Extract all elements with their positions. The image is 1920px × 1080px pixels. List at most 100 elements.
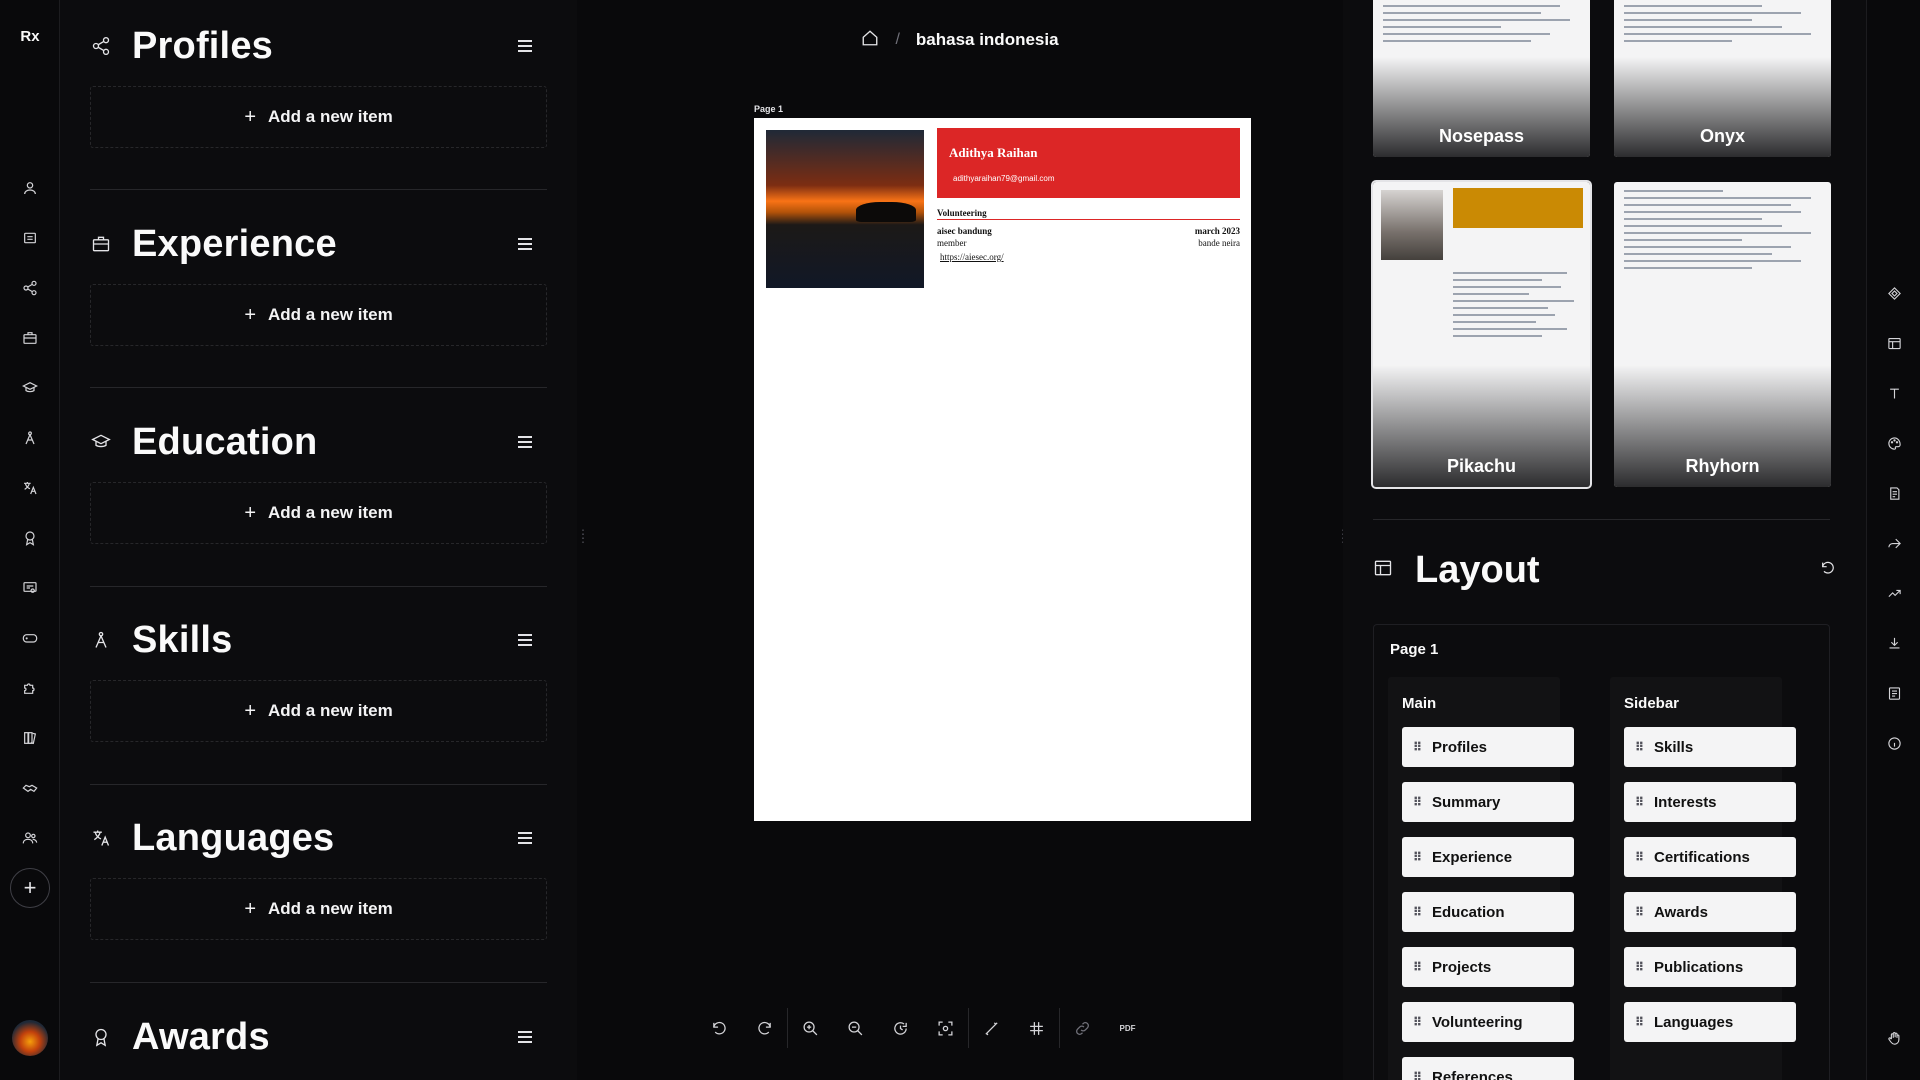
layout-item-label: Certifications xyxy=(1654,848,1750,866)
volunteering-organization: aisec bandung xyxy=(937,226,992,236)
user-avatar[interactable] xyxy=(12,1020,48,1056)
layout-item-label: Volunteering xyxy=(1432,1013,1523,1031)
drag-handle-icon: ⠿ xyxy=(1412,740,1422,754)
add-item-button[interactable]: + Add a new item xyxy=(90,680,547,742)
languages-icon[interactable] xyxy=(20,478,40,498)
customization-panel: Nosepass Onyx Pikachu Rhyhorn Layout Pag… xyxy=(1343,0,1866,1080)
panel-resize-handle-left[interactable]: ⋮ ⋮ xyxy=(577,528,589,544)
layout-item-projects[interactable]: ⠿ Projects xyxy=(1402,947,1574,987)
section-awards: Awards xyxy=(90,1007,547,1067)
add-section-button[interactable]: + xyxy=(10,868,50,908)
handshake-icon[interactable] xyxy=(20,778,40,798)
section-menu-button[interactable] xyxy=(513,34,537,58)
zoom-in-icon[interactable] xyxy=(788,1008,833,1048)
layout-item-label: Summary xyxy=(1432,793,1501,811)
add-item-button[interactable]: + Add a new item xyxy=(90,284,547,346)
plus-icon: + xyxy=(244,699,256,722)
template-card-onyx[interactable]: Onyx xyxy=(1614,0,1831,157)
briefcase-icon[interactable] xyxy=(20,328,40,348)
notes-icon[interactable] xyxy=(1884,683,1904,703)
page-icon[interactable] xyxy=(1884,483,1904,503)
typography-icon[interactable] xyxy=(1884,383,1904,403)
layout-icon xyxy=(1373,558,1393,583)
zoom-out-icon[interactable] xyxy=(833,1008,878,1048)
books-icon[interactable] xyxy=(20,728,40,748)
layout-item-certifications[interactable]: ⠿ Certifications xyxy=(1624,837,1796,877)
drag-handle-icon: ⠿ xyxy=(1634,905,1644,919)
home-icon[interactable] xyxy=(861,29,879,52)
plus-icon: + xyxy=(244,303,256,326)
layout-item-awards[interactable]: ⠿ Awards xyxy=(1624,892,1796,932)
layout-item-languages[interactable]: ⠿ Languages xyxy=(1624,1002,1796,1042)
layout-item-education[interactable]: ⠿ Education xyxy=(1402,892,1574,932)
link-icon[interactable] xyxy=(1060,1008,1105,1048)
layout-item-publications[interactable]: ⠿ Publications xyxy=(1624,947,1796,987)
breadcrumb: / bahasa indonesia xyxy=(577,0,1343,80)
resume-title[interactable]: bahasa indonesia xyxy=(916,30,1059,50)
redo-icon[interactable] xyxy=(742,1008,787,1048)
graduation-cap-icon xyxy=(90,431,112,453)
undo-icon[interactable] xyxy=(697,1008,742,1048)
skills-icon[interactable] xyxy=(20,428,40,448)
template-card-rhyhorn[interactable]: Rhyhorn xyxy=(1614,182,1831,487)
puzzle-icon[interactable] xyxy=(20,678,40,698)
layout-item-profiles[interactable]: ⠿ Profiles xyxy=(1402,727,1574,767)
template-card-nosepass[interactable]: Nosepass xyxy=(1373,0,1590,157)
user-icon[interactable] xyxy=(20,178,40,198)
statistics-icon[interactable] xyxy=(1884,583,1904,603)
graduation-cap-icon[interactable] xyxy=(20,378,40,398)
reset-zoom-icon[interactable] xyxy=(878,1008,923,1048)
drag-handle-icon: ⠿ xyxy=(1634,850,1644,864)
drag-handle-icon: ⠿ xyxy=(1634,960,1644,974)
add-item-button[interactable]: + Add a new item xyxy=(90,86,547,148)
award-icon[interactable] xyxy=(20,528,40,548)
layout-item-summary[interactable]: ⠿ Summary xyxy=(1402,782,1574,822)
section-menu-button[interactable] xyxy=(513,628,537,652)
add-item-button[interactable]: + Add a new item xyxy=(90,482,547,544)
hand-icon[interactable] xyxy=(1884,1028,1904,1048)
template-card-pikachu[interactable]: Pikachu xyxy=(1371,180,1592,489)
volunteering-url[interactable]: https://aiesec.org/ xyxy=(940,252,1004,262)
grid-icon[interactable] xyxy=(1014,1008,1059,1048)
theme-icon[interactable] xyxy=(1884,433,1904,453)
layout-item-label: Awards xyxy=(1654,903,1708,921)
add-item-button[interactable]: + Add a new item xyxy=(90,878,547,940)
volunteering-date: march 2023 xyxy=(1194,226,1240,236)
reset-layout-icon[interactable] xyxy=(1820,560,1836,581)
layout-item-skills[interactable]: ⠿ Skills xyxy=(1624,727,1796,767)
drag-handle-icon: ⠿ xyxy=(1634,1015,1644,1029)
divider xyxy=(90,387,547,388)
ruler-icon[interactable] xyxy=(969,1008,1014,1048)
download-icon[interactable] xyxy=(1884,633,1904,653)
layout-item-references[interactable]: ⠿ References xyxy=(1402,1057,1574,1080)
share-icon xyxy=(90,35,112,57)
plus-icon: + xyxy=(244,105,256,128)
profile-photo xyxy=(766,130,924,288)
template-icon[interactable] xyxy=(1884,283,1904,303)
summary-icon[interactable] xyxy=(20,228,40,248)
drag-handle-icon: ⠿ xyxy=(1634,740,1644,754)
layout-item-volunteering[interactable]: ⠿ Volunteering xyxy=(1402,1002,1574,1042)
app-root: Rx + Profiles + Add a new item Experienc… xyxy=(0,0,1920,1080)
certificate-icon[interactable] xyxy=(20,578,40,598)
layout-item-experience[interactable]: ⠿ Experience xyxy=(1402,837,1574,877)
info-icon[interactable] xyxy=(1884,733,1904,753)
users-icon[interactable] xyxy=(20,828,40,848)
section-menu-button[interactable] xyxy=(513,232,537,256)
section-menu-button[interactable] xyxy=(513,826,537,850)
column-title: Sidebar xyxy=(1624,695,1680,712)
share-icon[interactable] xyxy=(20,278,40,298)
section-menu-button[interactable] xyxy=(513,1025,537,1049)
pdf-icon[interactable]: PDF xyxy=(1105,1008,1150,1048)
drag-handle-icon: ⠿ xyxy=(1412,795,1422,809)
divider xyxy=(1373,519,1830,520)
volunteering-row: member bande neira xyxy=(937,238,1240,248)
share-icon[interactable] xyxy=(1884,533,1904,553)
app-logo[interactable]: Rx xyxy=(0,28,60,45)
gamepad-icon[interactable] xyxy=(20,628,40,648)
add-item-label: Add a new item xyxy=(268,701,393,720)
layout-icon[interactable] xyxy=(1884,333,1904,353)
layout-item-interests[interactable]: ⠿ Interests xyxy=(1624,782,1796,822)
center-icon[interactable] xyxy=(923,1008,968,1048)
section-menu-button[interactable] xyxy=(513,430,537,454)
